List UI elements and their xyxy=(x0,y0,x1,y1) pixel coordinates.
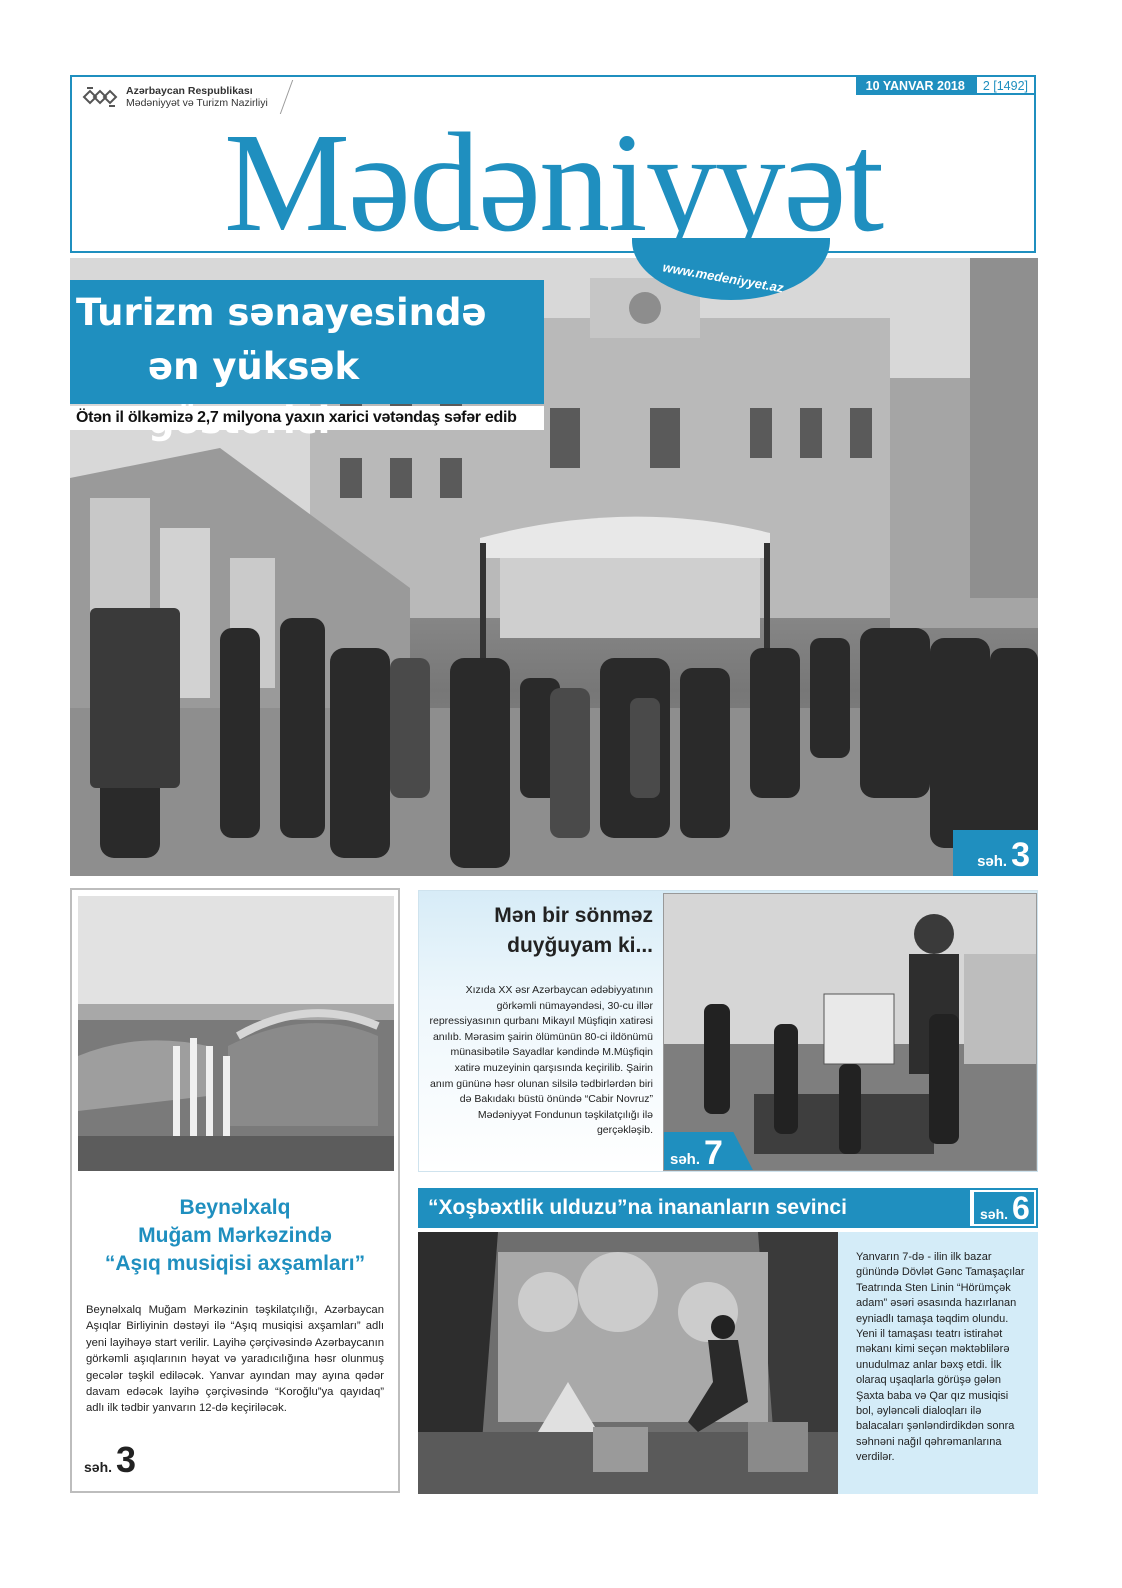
theatre-headline: “Xoşbəxtlik ulduzu”na inananların sevinc… xyxy=(418,1188,968,1228)
issue-number: 2 [1492] xyxy=(974,77,1034,95)
mugham-page-number: 3 xyxy=(116,1439,137,1480)
theatre-page-label: səh. xyxy=(980,1206,1009,1222)
lead-headline: Turizm sənayesində ən yüksək göstərici xyxy=(70,280,544,442)
dateline: 10 YANVAR 2018 2 [1492] xyxy=(855,77,1034,95)
mugham-article: Beynəlxalq Muğam Mərkəzində “Aşıq musiqi… xyxy=(70,888,400,1493)
mugham-headline-line3: “Aşıq musiqisi axşamları” xyxy=(104,1252,366,1275)
theatre-page-number: 6 xyxy=(1012,1190,1030,1226)
masthead: Azərbaycan Respublikası Mədəniyyət və Tu… xyxy=(70,75,1036,257)
mushfig-article: Mən bir sönməz duyğuyam ki... Xızıda XX … xyxy=(418,890,1038,1172)
mugham-centre-scene xyxy=(78,896,394,1171)
mushfig-body: Xızıda XX əsr Azərbaycan ədəbiyyatının g… xyxy=(429,984,653,1137)
mushfig-page-label: səh. xyxy=(670,1151,701,1168)
ministry-line1: Azərbaycan Respublikası xyxy=(126,85,253,97)
mushfig-headline-line1: Mən bir sönməz xyxy=(494,904,653,927)
issue-date: 10 YANVAR 2018 xyxy=(855,77,975,95)
theatre-stage-photo xyxy=(418,1232,838,1494)
theatre-body: Yanvarın 7-də - ilin ilk bazar günündə D… xyxy=(856,1251,1025,1464)
mugham-page-label: səh. xyxy=(84,1459,113,1475)
theatre-stage-scene xyxy=(418,1232,838,1494)
lead-headline-line2: ən yüksək göstərici xyxy=(148,345,360,442)
mugham-headline-line2: Muğam Mərkəzində xyxy=(138,1224,332,1247)
mushfig-ceremony-scene xyxy=(664,894,1036,1170)
mugham-page-ref[interactable]: səh. 3 xyxy=(84,1439,136,1481)
lead-page-ref[interactable]: səh. 3 xyxy=(953,830,1038,876)
mugham-centre-photo xyxy=(78,896,394,1171)
mugham-headline: Beynəlxalq Muğam Mərkəzində “Aşıq musiqi… xyxy=(72,1194,398,1278)
theatre-text-panel: Yanvarın 7-də - ilin ilk bazar günündə D… xyxy=(838,1232,1038,1494)
mugham-body: Beynəlxalq Muğam Mərkəzinin təşkilatçılı… xyxy=(86,1304,384,1415)
mushfig-headline: Mən bir sönməz duyğuyam ki... xyxy=(429,901,653,961)
mushfig-ceremony-photo: səh. 7 xyxy=(663,893,1037,1171)
lead-photo: Turizm sənayesində ən yüksək göstərici Ö… xyxy=(70,258,1038,876)
mushfig-headline-line2: duyğuyam ki... xyxy=(507,934,653,957)
theatre-page-ref[interactable]: səh. 6 xyxy=(968,1188,1038,1228)
lead-page-label: səh. xyxy=(977,853,1008,870)
lead-headline-line1: Turizm sənayesində xyxy=(76,291,487,334)
mugham-headline-line1: Beynəlxalq xyxy=(179,1196,291,1219)
newspaper-logo: Mədəniyyət xyxy=(223,103,884,261)
lead-page-number: 3 xyxy=(1011,836,1030,874)
mushfig-page-number: 7 xyxy=(704,1134,723,1171)
lead-subtitle: Ötən il ölkəmizə 2,7 milyona yaxın xaric… xyxy=(70,406,544,430)
